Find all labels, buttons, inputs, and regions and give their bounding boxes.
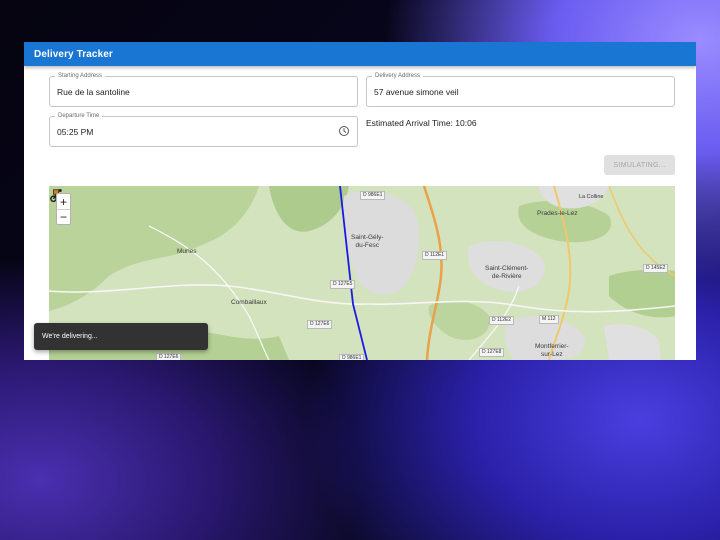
map-label-la-colline: La Colline xyxy=(579,194,604,200)
zoom-in-button[interactable]: + xyxy=(57,194,70,209)
road-tag: D 127E6 xyxy=(156,353,182,360)
clock-icon[interactable] xyxy=(338,125,350,137)
delivery-address-field[interactable]: Delivery Address 57 avenue simone veil xyxy=(366,72,675,107)
delivery-address-value: 57 avenue simone veil xyxy=(374,87,459,97)
starting-address-field[interactable]: Starting Address Rue de la santoline xyxy=(49,72,358,107)
zoom-control: + − xyxy=(56,193,71,225)
map-label-saint-clement: Saint-Clément-de-Rivière xyxy=(485,265,529,280)
road-tag: D 127E5 xyxy=(330,280,356,289)
road-tag: D 986E1 xyxy=(360,191,386,200)
road-tag: D 986E1 xyxy=(339,354,365,360)
map-label-prades: Prades-le-Lez xyxy=(537,210,578,217)
simulate-button[interactable]: SIMULATING... xyxy=(604,155,675,175)
map-label-combaillaux: Combaillaux xyxy=(231,299,267,306)
estimated-arrival-time: Estimated Arrival Time: 10:06 xyxy=(366,118,477,128)
app-window: Delivery Tracker Starting Address Rue de… xyxy=(24,42,696,360)
departure-time-label: Departure Time xyxy=(55,112,103,121)
map-label-murles: Murles xyxy=(177,248,197,255)
departure-time-field[interactable]: Departure Time 05:25 PM xyxy=(49,112,358,147)
snackbar-message: We're delivering... xyxy=(42,333,98,340)
starting-address-value: Rue de la santoline xyxy=(57,87,130,97)
starting-address-label: Starting Address xyxy=(55,72,106,81)
app-title: Delivery Tracker xyxy=(34,48,113,60)
delivery-address-label: Delivery Address xyxy=(372,72,424,81)
road-tag: D 127E8 xyxy=(479,348,505,357)
snackbar: We're delivering... xyxy=(34,323,208,350)
road-tag: M 112 xyxy=(539,315,559,324)
road-tag: D 112E1 xyxy=(422,251,448,260)
app-bar: Delivery Tracker xyxy=(24,42,696,66)
road-tag: D 145E2 xyxy=(643,264,669,273)
road-tag: D 112E2 xyxy=(489,316,515,325)
map-label-saint-gely: Saint-Gély-du-Fesc xyxy=(351,234,384,249)
zoom-out-button[interactable]: − xyxy=(57,209,70,224)
road-tag: D 127E6 xyxy=(307,320,333,329)
map-label-montferrier: Montferrier-sur-Lez xyxy=(535,343,569,358)
departure-time-value: 05:25 PM xyxy=(57,127,94,137)
